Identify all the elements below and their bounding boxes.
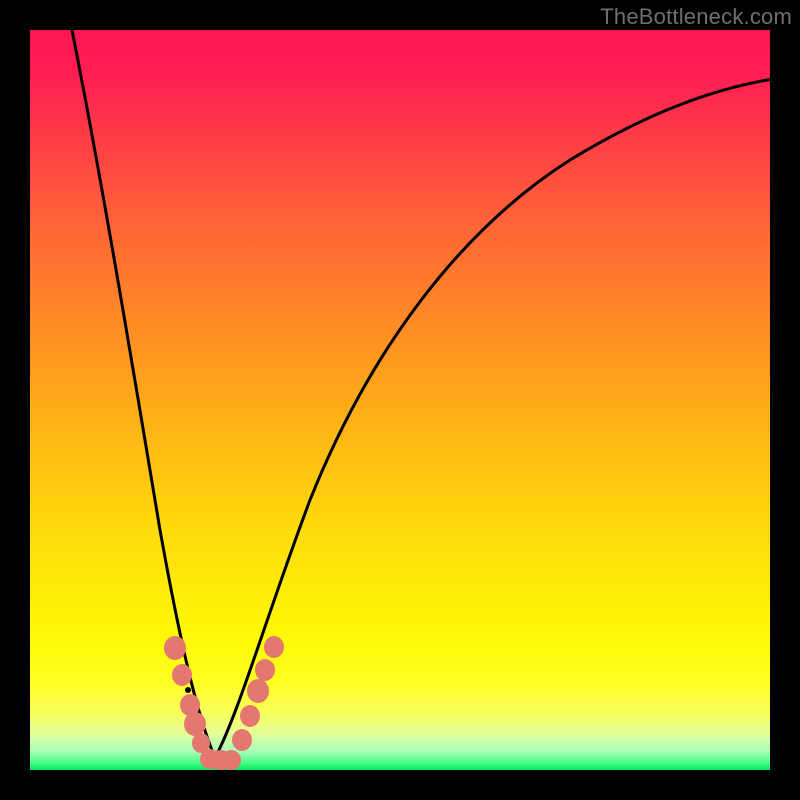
watermark-text: TheBottleneck.com bbox=[600, 4, 792, 30]
data-marker bbox=[184, 712, 206, 736]
curve-layer bbox=[30, 30, 770, 770]
data-marker bbox=[164, 636, 186, 660]
data-marker bbox=[240, 705, 260, 727]
curve-joint bbox=[185, 687, 191, 693]
data-marker bbox=[255, 659, 275, 681]
data-marker bbox=[247, 679, 269, 703]
data-marker bbox=[172, 664, 192, 686]
valley-markers bbox=[164, 636, 284, 770]
chart-frame: TheBottleneck.com bbox=[0, 0, 800, 800]
data-marker bbox=[232, 729, 252, 751]
bottleneck-curve-left bbox=[70, 30, 215, 758]
bottleneck-curve-right bbox=[215, 78, 770, 758]
data-marker bbox=[221, 750, 241, 770]
plot-area bbox=[30, 30, 770, 770]
data-marker bbox=[264, 636, 284, 658]
